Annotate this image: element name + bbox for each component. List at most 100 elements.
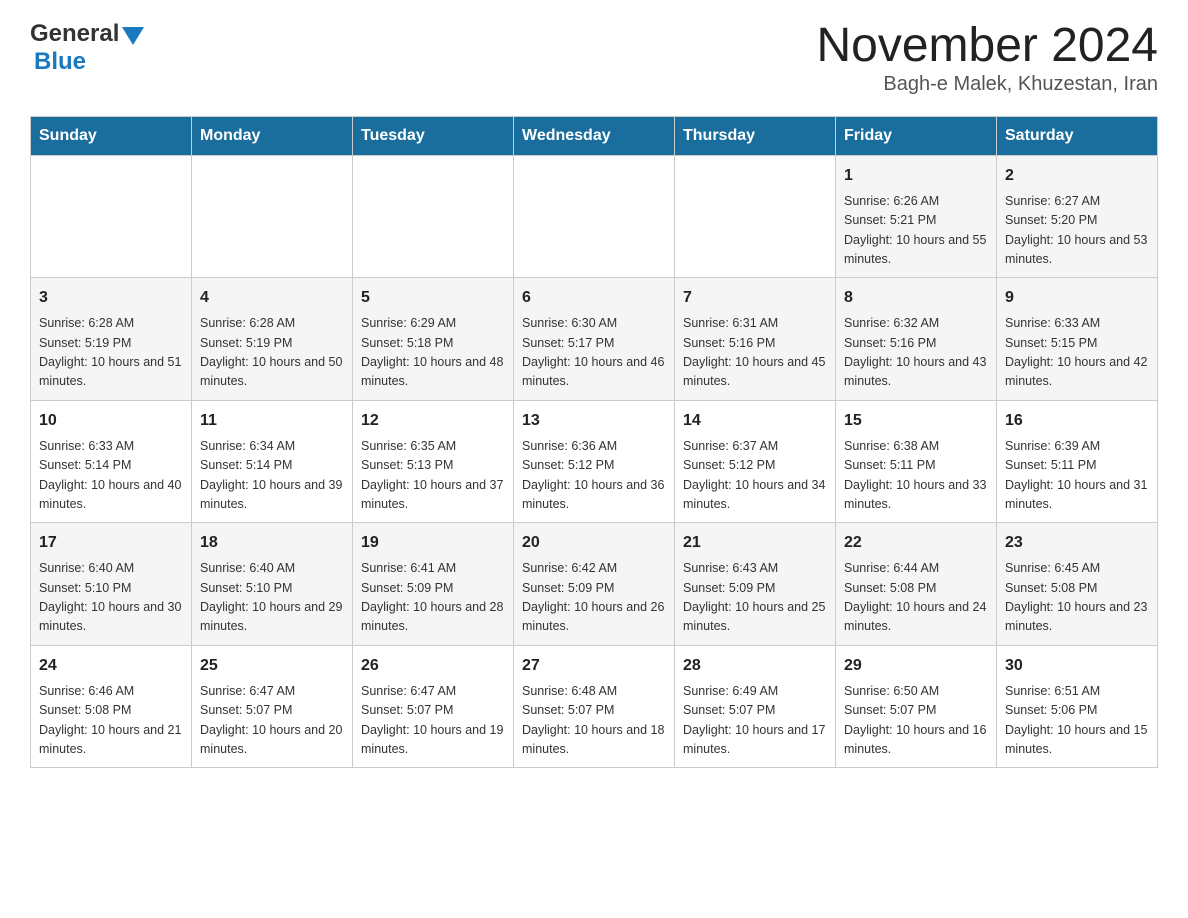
day-info: Sunrise: 6:36 AM Sunset: 5:12 PM Dayligh… bbox=[522, 437, 666, 515]
day-info: Sunrise: 6:40 AM Sunset: 5:10 PM Dayligh… bbox=[39, 559, 183, 637]
calendar-cell: 13 Sunrise: 6:36 AM Sunset: 5:12 PM Dayli… bbox=[514, 400, 675, 523]
day-info: Sunrise: 6:31 AM Sunset: 5:16 PM Dayligh… bbox=[683, 314, 827, 392]
day-info: Sunrise: 6:26 AM Sunset: 5:21 PM Dayligh… bbox=[844, 192, 988, 270]
day-info: Sunrise: 6:28 AM Sunset: 5:19 PM Dayligh… bbox=[39, 314, 183, 392]
page-title: November 2024 bbox=[816, 20, 1158, 73]
calendar-cell bbox=[675, 155, 836, 278]
day-number: 24 bbox=[39, 654, 183, 678]
logo-blue-text: Blue bbox=[34, 48, 86, 75]
calendar-cell: 27 Sunrise: 6:48 AM Sunset: 5:07 PM Dayli… bbox=[514, 645, 675, 768]
calendar-header-monday: Monday bbox=[192, 116, 353, 155]
calendar-week-2: 3 Sunrise: 6:28 AM Sunset: 5:19 PM Daylig… bbox=[31, 278, 1158, 401]
day-number: 7 bbox=[683, 286, 827, 310]
day-number: 9 bbox=[1005, 286, 1149, 310]
day-number: 10 bbox=[39, 409, 183, 433]
day-info: Sunrise: 6:46 AM Sunset: 5:08 PM Dayligh… bbox=[39, 682, 183, 760]
calendar-cell: 21 Sunrise: 6:43 AM Sunset: 5:09 PM Dayli… bbox=[675, 523, 836, 646]
day-info: Sunrise: 6:47 AM Sunset: 5:07 PM Dayligh… bbox=[361, 682, 505, 760]
day-number: 20 bbox=[522, 531, 666, 555]
logo: General Blue bbox=[30, 20, 144, 76]
day-number: 30 bbox=[1005, 654, 1149, 678]
day-number: 25 bbox=[200, 654, 344, 678]
calendar-cell: 3 Sunrise: 6:28 AM Sunset: 5:19 PM Daylig… bbox=[31, 278, 192, 401]
calendar-cell: 15 Sunrise: 6:38 AM Sunset: 5:11 PM Dayli… bbox=[836, 400, 997, 523]
day-info: Sunrise: 6:40 AM Sunset: 5:10 PM Dayligh… bbox=[200, 559, 344, 637]
day-info: Sunrise: 6:47 AM Sunset: 5:07 PM Dayligh… bbox=[200, 682, 344, 760]
logo-bottom: Blue bbox=[30, 48, 144, 76]
day-number: 17 bbox=[39, 531, 183, 555]
day-info: Sunrise: 6:44 AM Sunset: 5:08 PM Dayligh… bbox=[844, 559, 988, 637]
day-info: Sunrise: 6:43 AM Sunset: 5:09 PM Dayligh… bbox=[683, 559, 827, 637]
calendar-cell: 1 Sunrise: 6:26 AM Sunset: 5:21 PM Daylig… bbox=[836, 155, 997, 278]
calendar-cell: 30Sunrise: 6:51 AM Sunset: 5:06 PM Dayli… bbox=[997, 645, 1158, 768]
day-number: 14 bbox=[683, 409, 827, 433]
calendar-cell: 19Sunrise: 6:41 AM Sunset: 5:09 PM Dayli… bbox=[353, 523, 514, 646]
calendar-header-saturday: Saturday bbox=[997, 116, 1158, 155]
calendar-cell: 7 Sunrise: 6:31 AM Sunset: 5:16 PM Daylig… bbox=[675, 278, 836, 401]
day-info: Sunrise: 6:42 AM Sunset: 5:09 PM Dayligh… bbox=[522, 559, 666, 637]
page-header: General Blue November 2024 Bagh-e Malek,… bbox=[30, 20, 1158, 96]
day-number: 27 bbox=[522, 654, 666, 678]
day-info: Sunrise: 6:35 AM Sunset: 5:13 PM Dayligh… bbox=[361, 437, 505, 515]
day-info: Sunrise: 6:34 AM Sunset: 5:14 PM Dayligh… bbox=[200, 437, 344, 515]
calendar-cell: 5 Sunrise: 6:29 AM Sunset: 5:18 PM Daylig… bbox=[353, 278, 514, 401]
day-number: 16 bbox=[1005, 409, 1149, 433]
day-info: Sunrise: 6:29 AM Sunset: 5:18 PM Dayligh… bbox=[361, 314, 505, 392]
day-info: Sunrise: 6:32 AM Sunset: 5:16 PM Dayligh… bbox=[844, 314, 988, 392]
day-number: 29 bbox=[844, 654, 988, 678]
day-number: 26 bbox=[361, 654, 505, 678]
day-number: 22 bbox=[844, 531, 988, 555]
calendar-week-5: 24 Sunrise: 6:46 AM Sunset: 5:08 PM Dayli… bbox=[31, 645, 1158, 768]
logo-triangle-icon bbox=[122, 27, 144, 45]
day-number: 11 bbox=[200, 409, 344, 433]
day-info: Sunrise: 6:39 AM Sunset: 5:11 PM Dayligh… bbox=[1005, 437, 1149, 515]
day-number: 4 bbox=[200, 286, 344, 310]
day-number: 13 bbox=[522, 409, 666, 433]
day-info: Sunrise: 6:45 AM Sunset: 5:08 PM Dayligh… bbox=[1005, 559, 1149, 637]
calendar-header-friday: Friday bbox=[836, 116, 997, 155]
calendar-cell: 20 Sunrise: 6:42 AM Sunset: 5:09 PM Dayli… bbox=[514, 523, 675, 646]
calendar-cell bbox=[192, 155, 353, 278]
day-info: Sunrise: 6:41 AM Sunset: 5:09 PM Dayligh… bbox=[361, 559, 505, 637]
day-info: Sunrise: 6:33 AM Sunset: 5:14 PM Dayligh… bbox=[39, 437, 183, 515]
day-number: 1 bbox=[844, 164, 988, 188]
calendar-header-row: SundayMondayTuesdayWednesdayThursdayFrid… bbox=[31, 116, 1158, 155]
day-number: 2 bbox=[1005, 164, 1149, 188]
calendar-header-thursday: Thursday bbox=[675, 116, 836, 155]
day-number: 8 bbox=[844, 286, 988, 310]
calendar-cell bbox=[31, 155, 192, 278]
calendar-cell: 12Sunrise: 6:35 AM Sunset: 5:13 PM Dayli… bbox=[353, 400, 514, 523]
calendar-header-tuesday: Tuesday bbox=[353, 116, 514, 155]
day-info: Sunrise: 6:49 AM Sunset: 5:07 PM Dayligh… bbox=[683, 682, 827, 760]
day-info: Sunrise: 6:30 AM Sunset: 5:17 PM Dayligh… bbox=[522, 314, 666, 392]
calendar-cell: 17 Sunrise: 6:40 AM Sunset: 5:10 PM Dayli… bbox=[31, 523, 192, 646]
calendar-cell: 8 Sunrise: 6:32 AM Sunset: 5:16 PM Daylig… bbox=[836, 278, 997, 401]
calendar-cell: 28 Sunrise: 6:49 AM Sunset: 5:07 PM Dayli… bbox=[675, 645, 836, 768]
day-number: 28 bbox=[683, 654, 827, 678]
calendar-cell bbox=[353, 155, 514, 278]
day-number: 21 bbox=[683, 531, 827, 555]
calendar-cell: 23Sunrise: 6:45 AM Sunset: 5:08 PM Dayli… bbox=[997, 523, 1158, 646]
calendar-week-3: 10 Sunrise: 6:33 AM Sunset: 5:14 PM Dayli… bbox=[31, 400, 1158, 523]
calendar-cell: 29 Sunrise: 6:50 AM Sunset: 5:07 PM Dayli… bbox=[836, 645, 997, 768]
calendar-cell: 22 Sunrise: 6:44 AM Sunset: 5:08 PM Dayli… bbox=[836, 523, 997, 646]
day-info: Sunrise: 6:37 AM Sunset: 5:12 PM Dayligh… bbox=[683, 437, 827, 515]
calendar-cell: 2Sunrise: 6:27 AM Sunset: 5:20 PM Daylig… bbox=[997, 155, 1158, 278]
day-info: Sunrise: 6:50 AM Sunset: 5:07 PM Dayligh… bbox=[844, 682, 988, 760]
calendar-week-4: 17 Sunrise: 6:40 AM Sunset: 5:10 PM Dayli… bbox=[31, 523, 1158, 646]
day-number: 3 bbox=[39, 286, 183, 310]
day-info: Sunrise: 6:38 AM Sunset: 5:11 PM Dayligh… bbox=[844, 437, 988, 515]
calendar-week-1: 1 Sunrise: 6:26 AM Sunset: 5:21 PM Daylig… bbox=[31, 155, 1158, 278]
calendar-cell: 9Sunrise: 6:33 AM Sunset: 5:15 PM Daylig… bbox=[997, 278, 1158, 401]
day-number: 5 bbox=[361, 286, 505, 310]
calendar-header-wednesday: Wednesday bbox=[514, 116, 675, 155]
calendar-cell: 4Sunrise: 6:28 AM Sunset: 5:19 PM Daylig… bbox=[192, 278, 353, 401]
title-block: November 2024 Bagh-e Malek, Khuzestan, I… bbox=[816, 20, 1158, 96]
calendar-cell: 14 Sunrise: 6:37 AM Sunset: 5:12 PM Dayli… bbox=[675, 400, 836, 523]
day-number: 6 bbox=[522, 286, 666, 310]
calendar-cell: 10 Sunrise: 6:33 AM Sunset: 5:14 PM Dayli… bbox=[31, 400, 192, 523]
logo-top: General bbox=[30, 20, 144, 48]
day-number: 15 bbox=[844, 409, 988, 433]
calendar-cell: 11 Sunrise: 6:34 AM Sunset: 5:14 PM Dayli… bbox=[192, 400, 353, 523]
day-info: Sunrise: 6:48 AM Sunset: 5:07 PM Dayligh… bbox=[522, 682, 666, 760]
